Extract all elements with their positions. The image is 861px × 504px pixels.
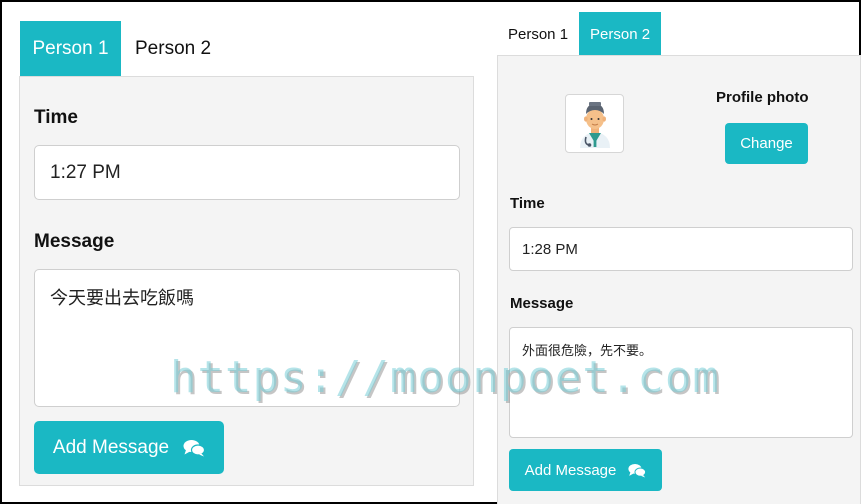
- time-input[interactable]: 1:28 PM: [509, 227, 853, 271]
- profile-avatar[interactable]: [565, 94, 624, 153]
- left-chat-panel: Time 1:27 PM Message 今天要出去吃飯嗎 Add Messag…: [19, 76, 474, 486]
- change-photo-button[interactable]: Change: [725, 123, 808, 164]
- time-input[interactable]: 1:27 PM: [34, 145, 460, 200]
- message-label: Message: [510, 295, 574, 312]
- add-message-button[interactable]: Add Message: [34, 421, 224, 474]
- left-tab-person-1[interactable]: Person 1: [20, 21, 121, 77]
- left-tab-bar: Person 1 Person 2: [20, 21, 225, 77]
- profile-photo-label: Profile photo: [716, 89, 809, 106]
- right-tab-person-1[interactable]: Person 1: [497, 12, 579, 56]
- comments-icon: [183, 439, 206, 457]
- add-message-label: Add Message: [52, 436, 170, 458]
- message-textarea[interactable]: 外面很危險，先不要。: [509, 327, 853, 438]
- time-label: Time: [510, 195, 545, 212]
- right-tab-bar: Person 1 Person 2: [497, 12, 662, 56]
- time-label: Time: [34, 107, 79, 128]
- message-label: Message: [34, 231, 115, 252]
- left-tab-person-2[interactable]: Person 2: [121, 21, 225, 77]
- doctor-avatar-icon: [579, 101, 610, 148]
- add-message-button[interactable]: Add Message: [509, 449, 662, 491]
- right-tab-person-2[interactable]: Person 2: [579, 12, 662, 56]
- add-message-label: Add Message: [524, 461, 617, 479]
- right-chat-panel: Profile photo Change Time 1:28 PM Messag…: [497, 55, 861, 504]
- comments-icon: [628, 463, 647, 478]
- message-textarea[interactable]: 今天要出去吃飯嗎: [34, 269, 460, 407]
